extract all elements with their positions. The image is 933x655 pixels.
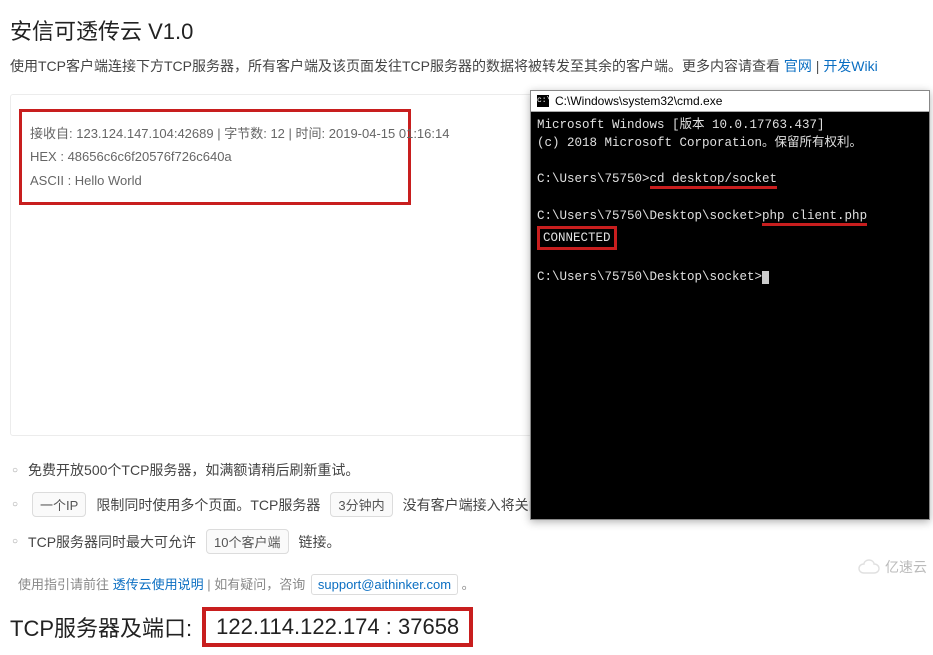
bullet-2-mid: 限制同时使用多个页面。TCP服务器 [96, 495, 320, 515]
cmd-cursor [762, 271, 769, 284]
cmd-title-text: C:\Windows\system32\cmd.exe [555, 94, 722, 108]
received-from-label: 接收自 [30, 126, 69, 141]
received-time-label: 时间 [296, 126, 322, 141]
intro-text: 使用TCP客户端连接下方TCP服务器，所有客户端及该页面发往TCP服务器的数据将… [0, 56, 933, 88]
received-time-value: : 2019-04-15 01:16:14 [322, 126, 450, 141]
received-ascii-row: ASCII : Hello World [30, 169, 400, 192]
bullet-3-head: TCP服务器同时最大可允许 [28, 532, 196, 552]
pill-one-ip: 一个IP [32, 492, 86, 517]
cmd-body[interactable]: Microsoft Windows [版本 10.0.17763.437] (c… [531, 112, 929, 290]
usage-guide-line: 使用指引请前往 透传云使用说明 | 如有疑问，咨询 support@aithin… [0, 564, 933, 599]
received-bytes-label: 字节数 [224, 126, 263, 141]
cmd-prompt-3: C:\Users\75750\Desktop\socket> [537, 270, 762, 284]
cmd-connected-box: CONNECTED [537, 226, 617, 250]
cmd-window[interactable]: c:\ C:\Windows\system32\cmd.exe Microsof… [530, 90, 930, 520]
cmd-php-command: php client.php [762, 209, 867, 226]
tcp-server-address: 122.114.122.174 : 37658 [216, 614, 459, 639]
tcp-server-label: TCP服务器及端口: [10, 611, 192, 643]
cmd-icon: c:\ [537, 95, 549, 107]
official-site-link[interactable]: 官网 [784, 58, 812, 74]
cmd-title-bar[interactable]: c:\ C:\Windows\system32\cmd.exe [531, 91, 929, 112]
cmd-line-2: (c) 2018 Microsoft Corporation。保留所有权利。 [537, 136, 862, 150]
cmd-line-1: Microsoft Windows [版本 10.0.17763.437] [537, 118, 825, 132]
received-from-value: : 123.124.147.104:42689 | [69, 126, 224, 141]
received-highlight-frame: 接收自: 123.124.147.104:42689 | 字节数: 12 | 时… [19, 109, 411, 205]
cmd-cd-command: cd desktop/socket [650, 172, 778, 189]
guide-prefix: 使用指引请前往 [18, 577, 113, 592]
support-email-link[interactable]: support@aithinker.com [311, 574, 458, 595]
cmd-prompt-1: C:\Users\75750> [537, 172, 650, 186]
dev-wiki-link[interactable]: 开发Wiki [823, 58, 877, 74]
bullet-1-text: 免费开放500个TCP服务器，如满额请稍后刷新重试。 [28, 460, 359, 480]
bullet-item-3: TCP服务器同时最大可允许 10个客户端 链接。 [10, 523, 927, 560]
watermark-text: 亿速云 [885, 557, 927, 577]
page-title: 安信可透传云 V1.0 [0, 0, 933, 56]
received-hex-row: HEX : 48656c6c6f20576f726c640a [30, 145, 400, 168]
tcp-server-address-frame: 122.114.122.174 : 37658 [202, 607, 473, 647]
guide-mid: | 如有疑问，咨询 [207, 577, 309, 592]
cloud-icon [857, 559, 883, 575]
bullet-3-tail: 链接。 [299, 532, 341, 552]
watermark: 亿速云 [857, 557, 927, 577]
pill-10-clients: 10个客户端 [206, 529, 288, 554]
intro-prefix: 使用TCP客户端连接下方TCP服务器，所有客户端及该页面发往TCP服务器的数据将… [10, 58, 784, 74]
cmd-prompt-2: C:\Users\75750\Desktop\socket> [537, 209, 762, 223]
usage-guide-link[interactable]: 透传云使用说明 [113, 577, 204, 592]
received-bytes-value: : 12 | [263, 126, 295, 141]
received-meta-row: 接收自: 123.124.147.104:42689 | 字节数: 12 | 时… [30, 122, 400, 145]
tcp-server-row: TCP服务器及端口: 122.114.122.174 : 37658 [0, 599, 933, 655]
pill-3-minutes: 3分钟内 [330, 492, 392, 517]
guide-tail: 。 [462, 577, 475, 592]
